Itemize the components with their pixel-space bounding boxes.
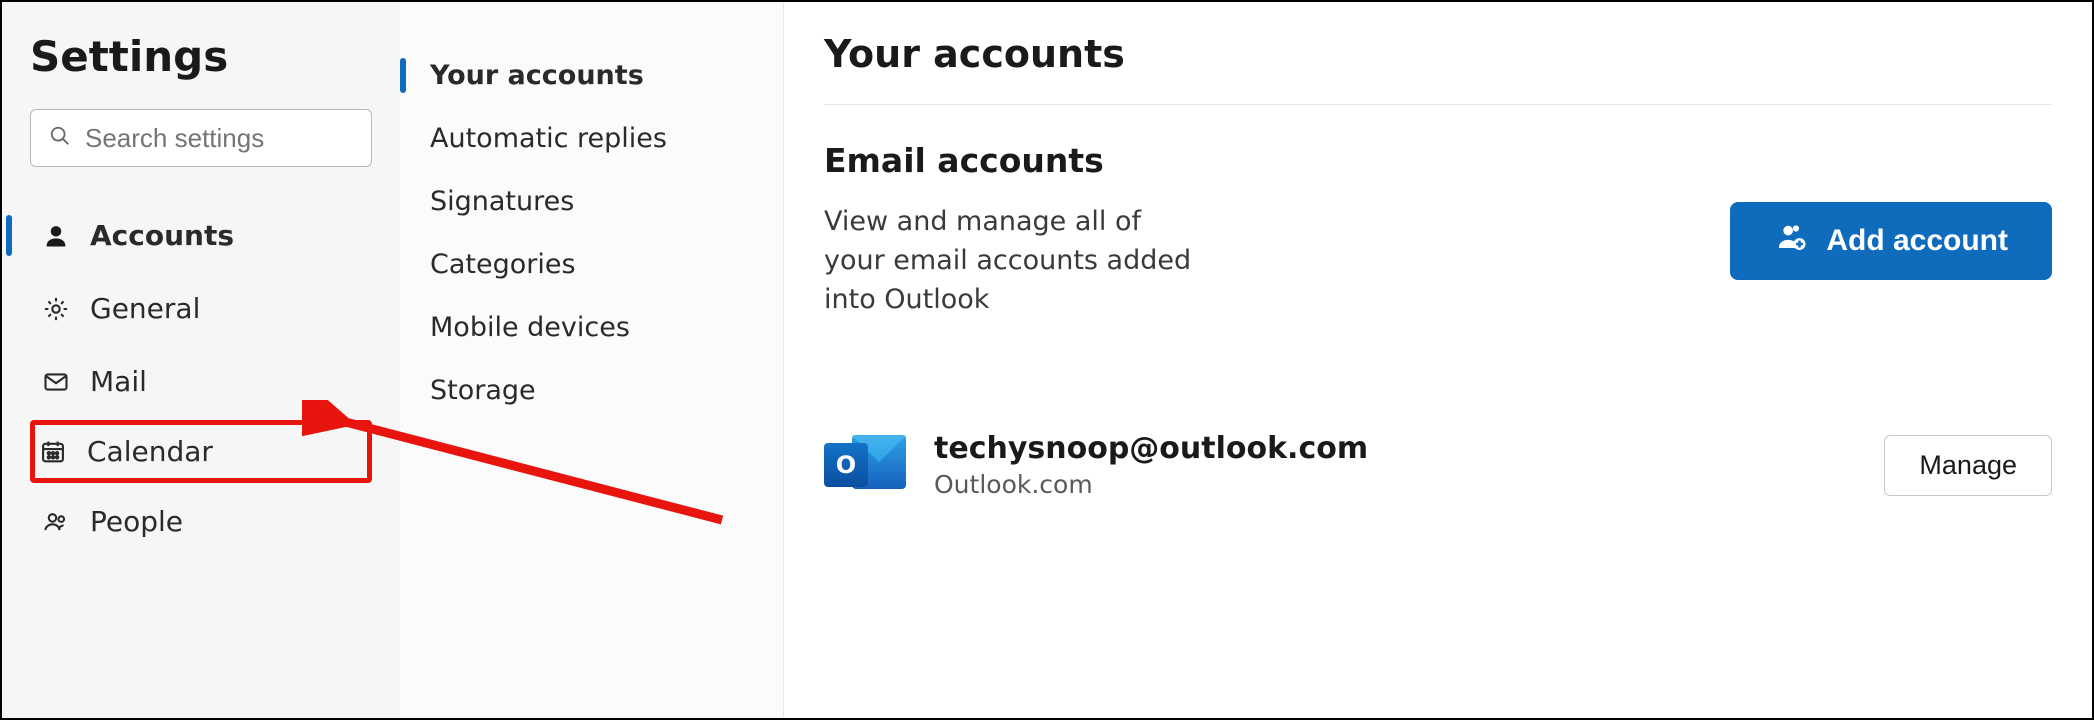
manage-label: Manage [1919, 450, 2017, 480]
nav-label: Mail [90, 365, 147, 398]
sub-item-signatures[interactable]: Signatures [400, 170, 783, 233]
settings-sidebar: Settings Accounts [2, 2, 400, 718]
calendar-icon [37, 438, 69, 466]
account-row: O techysnoop@outlook.com Outlook.com Man… [824, 429, 2052, 501]
sub-item-automatic-replies[interactable]: Automatic replies [400, 107, 783, 170]
person-icon [40, 222, 72, 250]
sub-item-your-accounts[interactable]: Your accounts [400, 44, 783, 107]
sub-label: Categories [430, 249, 576, 280]
account-provider: Outlook.com [934, 470, 1368, 499]
nav-label: Accounts [90, 219, 234, 252]
sub-label: Signatures [430, 186, 574, 217]
sub-label: Mobile devices [430, 312, 630, 343]
manage-account-button[interactable]: Manage [1884, 435, 2052, 496]
nav-label: General [90, 292, 200, 325]
nav-label: Calendar [87, 435, 213, 468]
nav-item-people[interactable]: People [30, 487, 372, 556]
settings-title: Settings [30, 32, 372, 81]
settings-content: Your accounts Email accounts View and ma… [784, 2, 2092, 718]
outlook-icon: O [824, 429, 906, 501]
settings-subnav: Your accounts Automatic replies Signatur… [400, 2, 784, 718]
sub-label: Your accounts [430, 60, 644, 91]
nav-label: People [90, 505, 183, 538]
gear-icon [40, 295, 72, 323]
email-accounts-title: Email accounts [824, 141, 2052, 180]
nav-item-accounts[interactable]: Accounts [30, 201, 372, 270]
sub-item-categories[interactable]: Categories [400, 233, 783, 296]
email-accounts-desc: View and manage all of your email accoun… [824, 202, 1204, 319]
settings-nav: Accounts General Mail [30, 201, 372, 556]
search-settings-input[interactable] [85, 123, 353, 154]
search-icon [49, 125, 71, 151]
nav-item-mail[interactable]: Mail [30, 347, 372, 416]
search-settings-box[interactable] [30, 109, 372, 167]
sub-label: Storage [430, 375, 536, 406]
mail-icon [40, 368, 72, 396]
add-account-label: Add account [1826, 224, 2008, 258]
page-title: Your accounts [824, 32, 2052, 105]
add-account-button[interactable]: Add account [1730, 202, 2052, 280]
nav-item-calendar[interactable]: Calendar [30, 420, 372, 483]
sub-item-mobile-devices[interactable]: Mobile devices [400, 296, 783, 359]
sub-label: Automatic replies [430, 123, 667, 154]
sub-item-storage[interactable]: Storage [400, 359, 783, 422]
account-email: techysnoop@outlook.com [934, 431, 1368, 466]
people-icon [40, 508, 72, 536]
nav-item-general[interactable]: General [30, 274, 372, 343]
person-plus-icon [1774, 220, 1808, 262]
